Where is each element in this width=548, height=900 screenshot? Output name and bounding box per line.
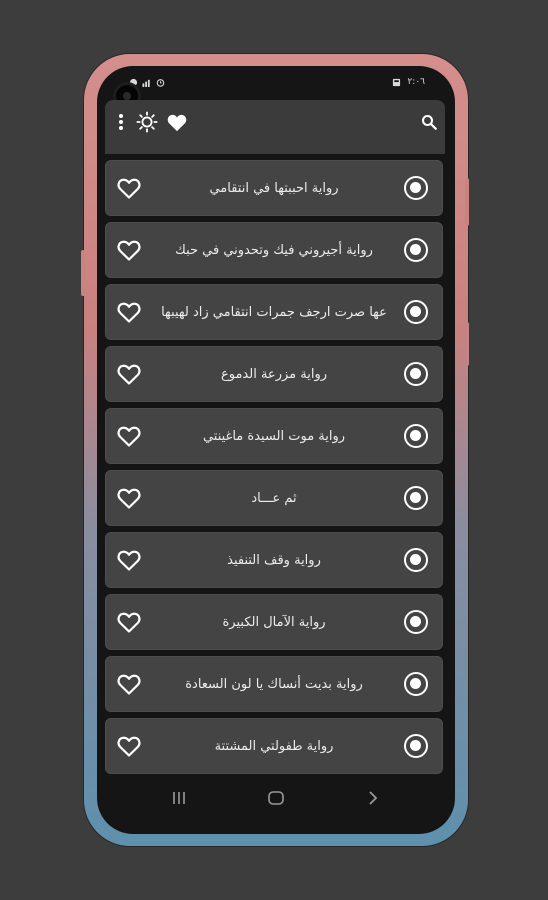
app-toolbar — [105, 100, 445, 154]
radio-button-icon[interactable] — [404, 424, 428, 448]
radio-button-icon[interactable] — [404, 548, 428, 572]
heart-outline-icon[interactable] — [116, 734, 142, 758]
favorite-icon[interactable] — [165, 110, 189, 134]
radio-button-icon[interactable] — [404, 362, 428, 386]
list-item[interactable]: رواية مزرعة الدموع — [105, 346, 443, 402]
list-item[interactable]: رواية بديت أنساك يا لون السعادة — [105, 656, 443, 712]
alarm-icon — [156, 79, 165, 87]
novel-title: رواية مزرعة الدموع — [221, 366, 327, 382]
list-item[interactable]: رواية الآمال الكبيرة — [105, 594, 443, 650]
home-icon[interactable] — [264, 788, 288, 808]
radio-button-icon[interactable] — [404, 610, 428, 634]
signal-icon — [142, 79, 150, 87]
app-screen: ٢:٠٦ رواية احببتها في انتقامي رواية أجير… — [97, 66, 455, 834]
novel-title: رواية أجيروني فيك وتحدوني في حبك — [175, 242, 373, 258]
novel-title: رواية موت السيدة ماغينتي — [202, 428, 346, 444]
heart-outline-icon[interactable] — [116, 548, 142, 572]
heart-outline-icon[interactable] — [116, 610, 142, 634]
heart-outline-icon[interactable] — [116, 300, 142, 324]
list-item[interactable]: رواية وقف التنفيذ — [105, 532, 443, 588]
list-item[interactable]: رواية طفولتي المشتتة — [105, 718, 443, 774]
heart-outline-icon[interactable] — [116, 238, 142, 262]
recent-apps-icon[interactable] — [167, 788, 191, 808]
list-item[interactable]: ثم عـــاد — [105, 470, 443, 526]
list-item[interactable]: عها صرت ارجف جمرات انتقامي زاد لهيبها — [105, 284, 443, 340]
radio-button-icon[interactable] — [404, 300, 428, 324]
novel-title: رواية طفولتي المشتتة — [214, 738, 334, 754]
novel-title: رواية احببتها في انتقامي — [209, 180, 339, 196]
search-icon[interactable] — [417, 110, 441, 134]
more-vert-icon[interactable] — [109, 110, 133, 134]
status-bar: ٢:٠٦ — [97, 66, 455, 110]
novel-title: ثم عـــاد — [251, 490, 297, 506]
novel-title: رواية بديت أنساك يا لون السعادة — [185, 676, 363, 692]
side-button — [465, 322, 469, 366]
list-item[interactable]: رواية أجيروني فيك وتحدوني في حبك — [105, 222, 443, 278]
radio-button-icon[interactable] — [404, 238, 428, 262]
back-icon[interactable] — [361, 788, 385, 808]
novel-title: رواية وقف التنفيذ — [227, 552, 321, 568]
heart-outline-icon[interactable] — [116, 176, 142, 200]
heart-outline-icon[interactable] — [116, 486, 142, 510]
radio-button-icon[interactable] — [404, 486, 428, 510]
radio-button-icon[interactable] — [404, 734, 428, 758]
novel-title: عها صرت ارجف جمرات انتقامي زاد لهيبها — [161, 304, 387, 320]
brightness-icon[interactable] — [135, 110, 159, 134]
radio-button-icon[interactable] — [404, 672, 428, 696]
novel-list: رواية احببتها في انتقامي رواية أجيروني ف… — [105, 160, 445, 780]
system-nav-bar — [97, 784, 455, 812]
list-item[interactable]: رواية موت السيدة ماغينتي — [105, 408, 443, 464]
power-button — [465, 178, 469, 226]
novel-title: رواية الآمال الكبيرة — [222, 614, 326, 630]
status-icons-right: ٢:٠٦ — [392, 77, 425, 87]
status-time: ٢:٠٦ — [407, 77, 425, 87]
heart-outline-icon[interactable] — [116, 362, 142, 386]
heart-outline-icon[interactable] — [116, 672, 142, 696]
radio-button-icon[interactable] — [404, 176, 428, 200]
list-item[interactable]: رواية احببتها في انتقامي — [105, 160, 443, 216]
battery-icon — [393, 78, 401, 86]
heart-outline-icon[interactable] — [116, 424, 142, 448]
volume-button — [81, 250, 85, 296]
